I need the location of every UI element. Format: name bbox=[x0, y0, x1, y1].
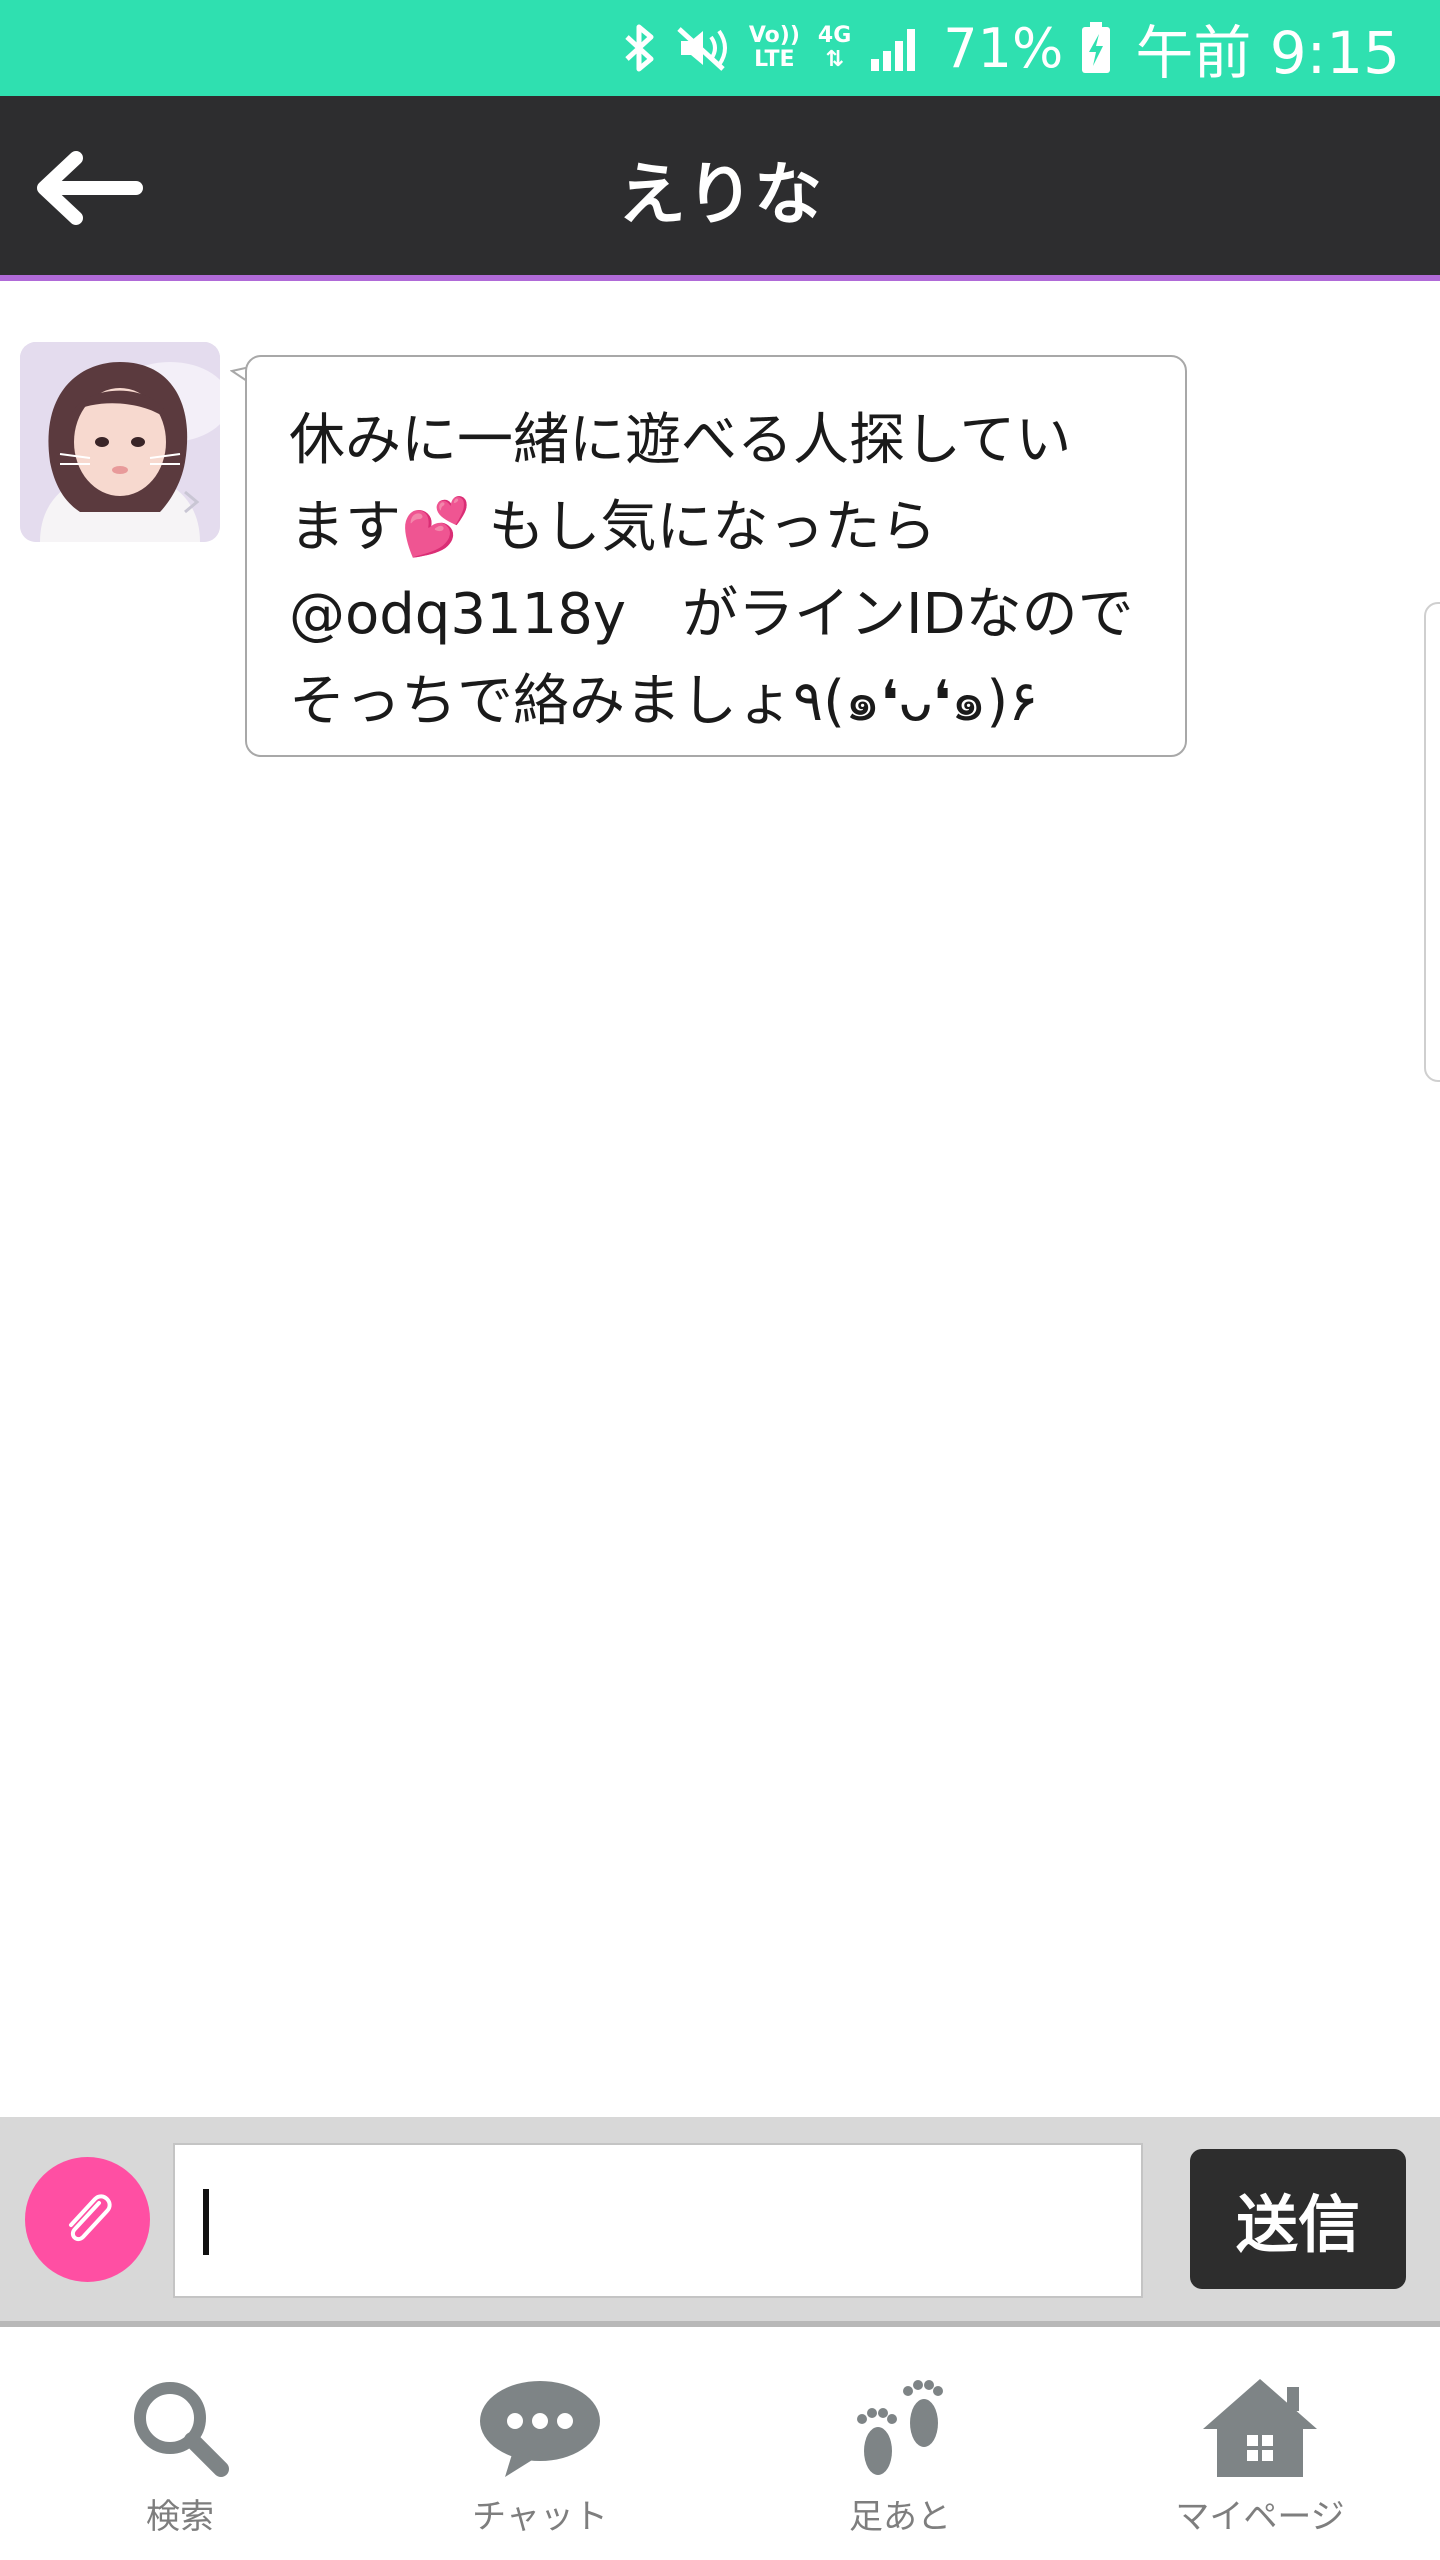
message-bubble[interactable]: 休みに一緒に遊べる人探してい ます💕 もし気になったら @odq3118y がラ… bbox=[245, 355, 1187, 757]
attach-button[interactable] bbox=[25, 2157, 150, 2282]
clock: 午前 9:15 bbox=[1135, 19, 1400, 87]
nav-item-footprints[interactable]: 足あと bbox=[720, 2333, 1080, 2560]
bottom-navigation: 検索 チャット 足あと マイページ bbox=[0, 2333, 1440, 2560]
nav-label-chat: チャット bbox=[472, 2497, 608, 2537]
send-button[interactable]: 送信 bbox=[1190, 2149, 1406, 2289]
status-bar: Vo)) LTE 4G ⇅ 71% 午前 9:15 bbox=[0, 0, 1440, 96]
avatar-photo bbox=[20, 342, 220, 542]
message-input[interactable] bbox=[173, 2143, 1143, 2298]
battery-percent: 71% bbox=[943, 16, 1064, 80]
nav-item-search[interactable]: 検索 bbox=[0, 2333, 360, 2560]
nav-item-mypage[interactable]: マイページ bbox=[1080, 2333, 1440, 2560]
vibrate-mute-icon bbox=[675, 23, 731, 73]
text-cursor bbox=[203, 2189, 209, 2255]
avatar[interactable] bbox=[20, 342, 220, 542]
message-composer: 送信 bbox=[0, 2117, 1440, 2327]
message-list[interactable]: 休みに一緒に遊べる人探してい ます💕 もし気になったら @odq3118y がラ… bbox=[0, 287, 1440, 2117]
footprints-icon bbox=[835, 2373, 965, 2483]
search-icon bbox=[115, 2373, 245, 2483]
paperclip-icon bbox=[68, 2193, 112, 2241]
chat-partner-name: えりな bbox=[617, 156, 822, 235]
nav-item-chat[interactable]: チャット bbox=[360, 2333, 720, 2560]
nav-label-footprints: 足あと bbox=[849, 2497, 951, 2537]
data-arrows-icon: ⇅ bbox=[825, 47, 844, 72]
battery-charging-icon bbox=[1081, 22, 1111, 74]
home-icon bbox=[1195, 2373, 1325, 2483]
signal-icon bbox=[869, 23, 925, 73]
scrollbar-handle[interactable] bbox=[1424, 602, 1440, 1082]
chat-icon bbox=[475, 2373, 605, 2483]
nav-label-mypage: マイページ bbox=[1175, 2497, 1345, 2537]
chat-header: えりな bbox=[0, 96, 1440, 281]
bluetooth-icon bbox=[623, 23, 657, 73]
network-type-indicator: 4G ⇅ bbox=[818, 24, 851, 72]
network-type-label: 4G bbox=[817, 23, 852, 48]
nav-label-search: 検索 bbox=[146, 2497, 214, 2537]
volte-indicator: Vo)) LTE bbox=[748, 23, 800, 72]
